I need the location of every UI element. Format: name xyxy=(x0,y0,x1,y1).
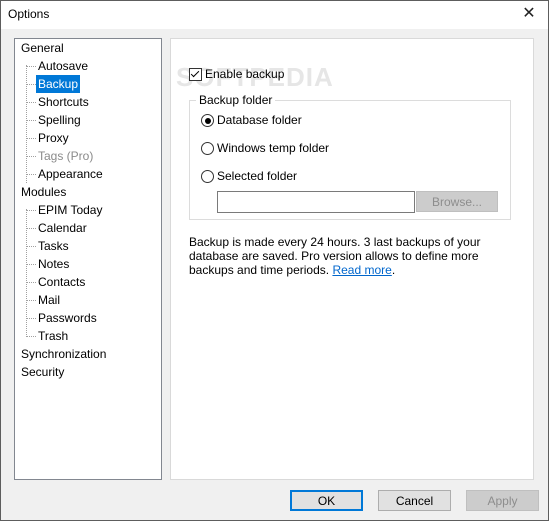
tree-connector xyxy=(26,156,36,157)
cancel-button[interactable]: Cancel xyxy=(378,490,451,511)
tree-connector xyxy=(26,282,36,283)
tree-item-tasks[interactable]: Tasks xyxy=(36,237,71,255)
tree-connector xyxy=(26,246,36,247)
options-tree[interactable]: General Autosave Backup Shortcuts Spelli… xyxy=(14,38,162,480)
tree-item-epim-today[interactable]: EPIM Today xyxy=(36,201,104,219)
database-folder-label[interactable]: Database folder xyxy=(217,113,302,127)
tree-item-notes[interactable]: Notes xyxy=(36,255,71,273)
tree-item-backup[interactable]: Backup xyxy=(36,75,81,93)
tree-item-proxy[interactable]: Proxy xyxy=(36,129,71,147)
tree-connector xyxy=(26,120,36,121)
tree-connector xyxy=(26,102,36,103)
tree-item-tags-pro: Tags (Pro) xyxy=(38,149,94,163)
tree-item-synchronization[interactable]: Synchronization xyxy=(19,345,108,363)
tree-item-security[interactable]: Security xyxy=(19,363,66,381)
tree-item-shortcuts[interactable]: Shortcuts xyxy=(36,93,91,111)
tree-item-mail[interactable]: Mail xyxy=(36,291,62,309)
backup-description: Backup is made every 24 hours. 3 last ba… xyxy=(189,235,489,277)
tree-item-passwords[interactable]: Passwords xyxy=(36,309,99,327)
title-bar: Options ✕ xyxy=(1,1,548,29)
database-folder-radio[interactable] xyxy=(201,114,214,127)
tree-connector xyxy=(26,174,36,175)
window-title: Options xyxy=(8,7,50,21)
tree-item-spelling[interactable]: Spelling xyxy=(36,111,83,129)
tree-connector xyxy=(26,300,36,301)
tree-item-contacts[interactable]: Contacts xyxy=(36,273,87,291)
tree-connector xyxy=(26,228,36,229)
tree-item-calendar[interactable]: Calendar xyxy=(36,219,89,237)
close-icon[interactable]: ✕ xyxy=(518,3,540,25)
selected-folder-label[interactable]: Selected folder xyxy=(217,169,297,183)
read-more-suffix: . xyxy=(391,263,396,277)
tree-connector xyxy=(26,336,36,337)
tree-connector xyxy=(26,318,36,319)
tree-item-trash[interactable]: Trash xyxy=(36,327,70,345)
tree-connector xyxy=(26,264,36,265)
tree-connector xyxy=(26,138,36,139)
apply-button[interactable]: Apply xyxy=(466,490,539,511)
folder-path-input[interactable] xyxy=(217,191,415,213)
backup-folder-group-title: Backup folder xyxy=(196,93,276,107)
tree-connector xyxy=(26,210,36,211)
enable-backup-checkbox[interactable] xyxy=(189,68,202,81)
selected-folder-radio[interactable] xyxy=(201,170,214,183)
tree-connector xyxy=(26,66,36,67)
enable-backup-label[interactable]: Enable backup xyxy=(205,67,284,81)
tree-item-general[interactable]: General xyxy=(19,39,66,57)
tree-item-autosave[interactable]: Autosave xyxy=(36,57,90,75)
browse-button[interactable]: Browse... xyxy=(416,191,498,212)
tree-connector xyxy=(26,65,27,183)
windows-temp-folder-radio[interactable] xyxy=(201,142,214,155)
windows-temp-folder-label[interactable]: Windows temp folder xyxy=(217,141,329,155)
tree-item-modules[interactable]: Modules xyxy=(19,183,68,201)
ok-button[interactable]: OK xyxy=(290,490,363,511)
read-more-link[interactable]: Read more xyxy=(332,263,391,277)
tree-connector xyxy=(26,84,36,85)
tree-item-appearance[interactable]: Appearance xyxy=(36,165,105,183)
